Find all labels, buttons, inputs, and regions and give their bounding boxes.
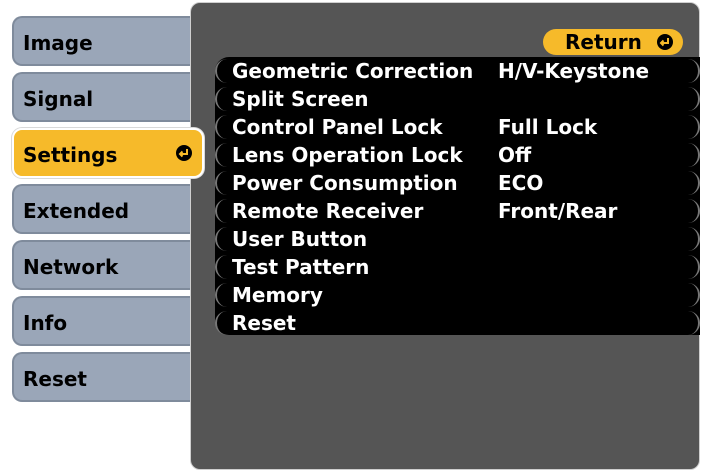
tab-info[interactable]: Info <box>12 296 192 346</box>
setting-value: ECO <box>498 171 544 195</box>
tab-info-label: Info <box>23 311 68 335</box>
enter-icon <box>657 34 673 50</box>
setting-value: Off <box>498 143 532 167</box>
setting-label: Split Screen <box>232 87 369 111</box>
tab-image-label: Image <box>23 31 93 55</box>
setting-label: Control Panel Lock <box>232 115 443 139</box>
setting-label: Remote Receiver <box>232 199 424 223</box>
tab-settings[interactable]: Settings <box>12 128 204 178</box>
enter-icon <box>176 145 192 161</box>
tab-signal-label: Signal <box>23 87 94 111</box>
setting-geometric-correction[interactable]: Geometric Correction H/V-Keystone <box>215 57 700 85</box>
setting-lens-operation-lock[interactable]: Lens Operation Lock Off <box>215 141 700 169</box>
setting-remote-receiver[interactable]: Remote Receiver Front/Rear <box>215 197 700 225</box>
setting-label: Power Consumption <box>232 171 458 195</box>
tab-extended-label: Extended <box>23 199 130 223</box>
tab-settings-label: Settings <box>23 143 118 167</box>
return-button-label: Return <box>565 30 642 54</box>
setting-test-pattern[interactable]: Test Pattern <box>215 253 700 281</box>
tab-signal[interactable]: Signal <box>12 72 192 122</box>
setting-label: User Button <box>232 227 368 251</box>
tab-extended[interactable]: Extended <box>12 184 192 234</box>
tab-network-label: Network <box>23 255 119 279</box>
setting-value: Full Lock <box>498 115 598 139</box>
setting-label: Reset <box>232 311 296 335</box>
setting-reset[interactable]: Reset <box>215 309 700 337</box>
setting-power-consumption[interactable]: Power Consumption ECO <box>215 169 700 197</box>
setting-split-screen[interactable]: Split Screen <box>215 85 700 113</box>
tab-image[interactable]: Image <box>12 16 192 66</box>
projector-menu: Image Signal Settings Extended Network I… <box>0 0 704 472</box>
setting-user-button[interactable]: User Button <box>215 225 700 253</box>
setting-label: Geometric Correction <box>232 59 474 83</box>
setting-label: Memory <box>232 283 323 307</box>
tab-network[interactable]: Network <box>12 240 192 290</box>
setting-memory[interactable]: Memory <box>215 281 700 309</box>
settings-list: Geometric Correction H/V-Keystone Split … <box>215 57 700 335</box>
return-button[interactable]: Return <box>543 29 683 55</box>
setting-value: H/V-Keystone <box>498 59 650 83</box>
tab-reset-label: Reset <box>23 367 87 391</box>
tab-reset[interactable]: Reset <box>12 352 192 402</box>
setting-value: Front/Rear <box>498 199 618 223</box>
setting-label: Lens Operation Lock <box>232 143 463 167</box>
setting-label: Test Pattern <box>232 255 370 279</box>
setting-control-panel-lock[interactable]: Control Panel Lock Full Lock <box>215 113 700 141</box>
